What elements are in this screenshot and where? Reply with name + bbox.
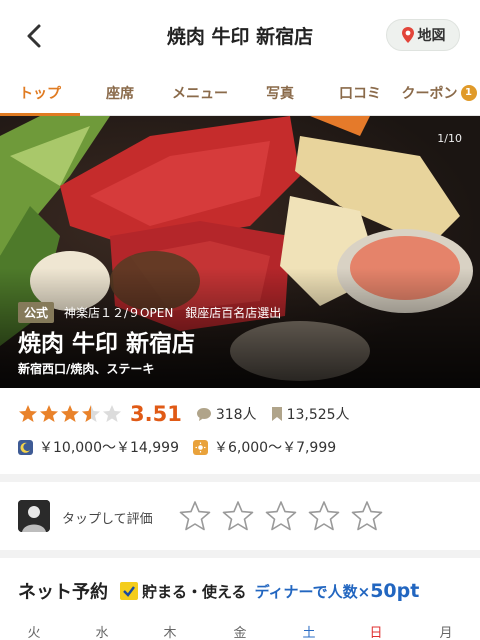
weekday-label: 水 <box>95 626 109 640</box>
star-outline-icon[interactable] <box>307 499 341 533</box>
star-outline-icon[interactable] <box>264 499 298 533</box>
tab-photos[interactable]: 写真 <box>240 70 320 115</box>
tpoint-check-icon <box>120 582 138 600</box>
star-outline-icon[interactable] <box>221 499 255 533</box>
tab-menu[interactable]: メニュー <box>160 70 240 115</box>
bookmark-icon <box>271 407 282 421</box>
tab-seats[interactable]: 座席 <box>80 70 160 115</box>
weekday-label-saturday: 土 <box>302 626 316 640</box>
star-filled-icon <box>19 405 37 422</box>
rating-score: 3.51 <box>130 402 182 426</box>
comment-icon <box>196 407 211 421</box>
lunch-budget: ￥6,000～￥7,999 <box>213 440 337 456</box>
review-count-value: 318人 <box>215 407 257 423</box>
dinner-points-value: 50pt <box>370 580 420 602</box>
star-outline-icon[interactable] <box>178 499 212 533</box>
review-count[interactable]: 318人 <box>196 404 257 424</box>
tab-seats-label: 座席 <box>106 85 134 102</box>
net-reservation-header: ネット予約 貯まる・使える ディナーで人数×50pt <box>18 574 419 608</box>
star-filled-icon <box>61 405 79 422</box>
tab-menu-label: メニュー <box>172 85 228 102</box>
dinner-points-text: ディナーで人数× <box>254 583 371 601</box>
map-pin-icon <box>401 27 414 43</box>
app-header: 焼肉 牛印 新宿店 地図 <box>0 0 480 70</box>
weekday-label: 月 <box>439 626 453 640</box>
star-empty-icon <box>103 405 121 422</box>
hero-photo-carousel[interactable]: 1/10 公式 神楽店１２/９OPEN 銀座店百名店選出 焼肉 牛印 新宿店 新… <box>0 116 480 388</box>
budget-row: ￥10,000～￥14,999 ￥6,000～￥7,999 <box>18 436 336 458</box>
dinner-budget: ￥10,000～￥14,999 <box>39 440 179 456</box>
rating-row: 3.51 318人 13,525人 <box>18 400 350 428</box>
hero-meta: 公式 神楽店１２/９OPEN 銀座店百名店選出 <box>18 302 281 323</box>
rating-stars <box>18 404 122 424</box>
tap-to-rate-label: タップして評価 <box>62 512 153 527</box>
restaurant-name: 焼肉 牛印 新宿店 <box>18 331 196 357</box>
moon-icon <box>18 439 33 455</box>
tab-reviews[interactable]: 口コミ <box>320 70 400 115</box>
weekday-label: 金 <box>233 626 247 640</box>
tab-coupons-label: クーポン <box>401 85 458 102</box>
tab-top[interactable]: トップ <box>0 70 80 116</box>
star-outline-icon[interactable] <box>350 499 384 533</box>
photo-counter: 1/10 <box>437 132 462 145</box>
map-button-label: 地図 <box>417 28 446 44</box>
weekday-label: 火 <box>27 626 41 640</box>
tab-top-label: トップ <box>19 85 61 102</box>
avatar[interactable] <box>18 500 50 532</box>
save-count[interactable]: 13,525人 <box>271 404 350 424</box>
map-button[interactable]: 地図 <box>386 19 460 51</box>
tab-bar: トップ 座席 メニュー 写真 口コミ クーポン 1 <box>0 70 480 116</box>
section-divider <box>0 474 480 482</box>
weekday-label-sunday: 日 <box>369 626 383 640</box>
save-count-value: 13,525人 <box>286 407 350 423</box>
tab-coupons[interactable]: クーポン 1 <box>398 70 480 115</box>
dinner-points-promo: ディナーで人数×50pt <box>255 580 420 602</box>
weekday-label: 木 <box>163 626 177 640</box>
award-text: 神楽店１２/９OPEN 銀座店百名店選出 <box>64 306 282 320</box>
star-filled-icon <box>40 405 58 422</box>
rate-stars <box>178 499 384 533</box>
restaurant-area-genre: 新宿西口/焼肉、ステーキ <box>18 362 155 376</box>
star-half-icon <box>82 405 100 422</box>
tab-reviews-label: 口コミ <box>339 85 381 102</box>
tab-photos-label: 写真 <box>266 85 294 102</box>
calendar-weekdays: 火 水 木 金 土 日 月 <box>0 622 480 640</box>
reservation-heading: ネット予約 <box>18 582 108 603</box>
points-promo: 貯まる・使える <box>142 582 247 601</box>
section-divider <box>0 550 480 558</box>
coupon-count-badge: 1 <box>460 84 477 101</box>
official-badge: 公式 <box>18 302 55 323</box>
sun-icon <box>192 439 208 455</box>
rate-prompt-row: タップして評価 <box>0 486 480 548</box>
